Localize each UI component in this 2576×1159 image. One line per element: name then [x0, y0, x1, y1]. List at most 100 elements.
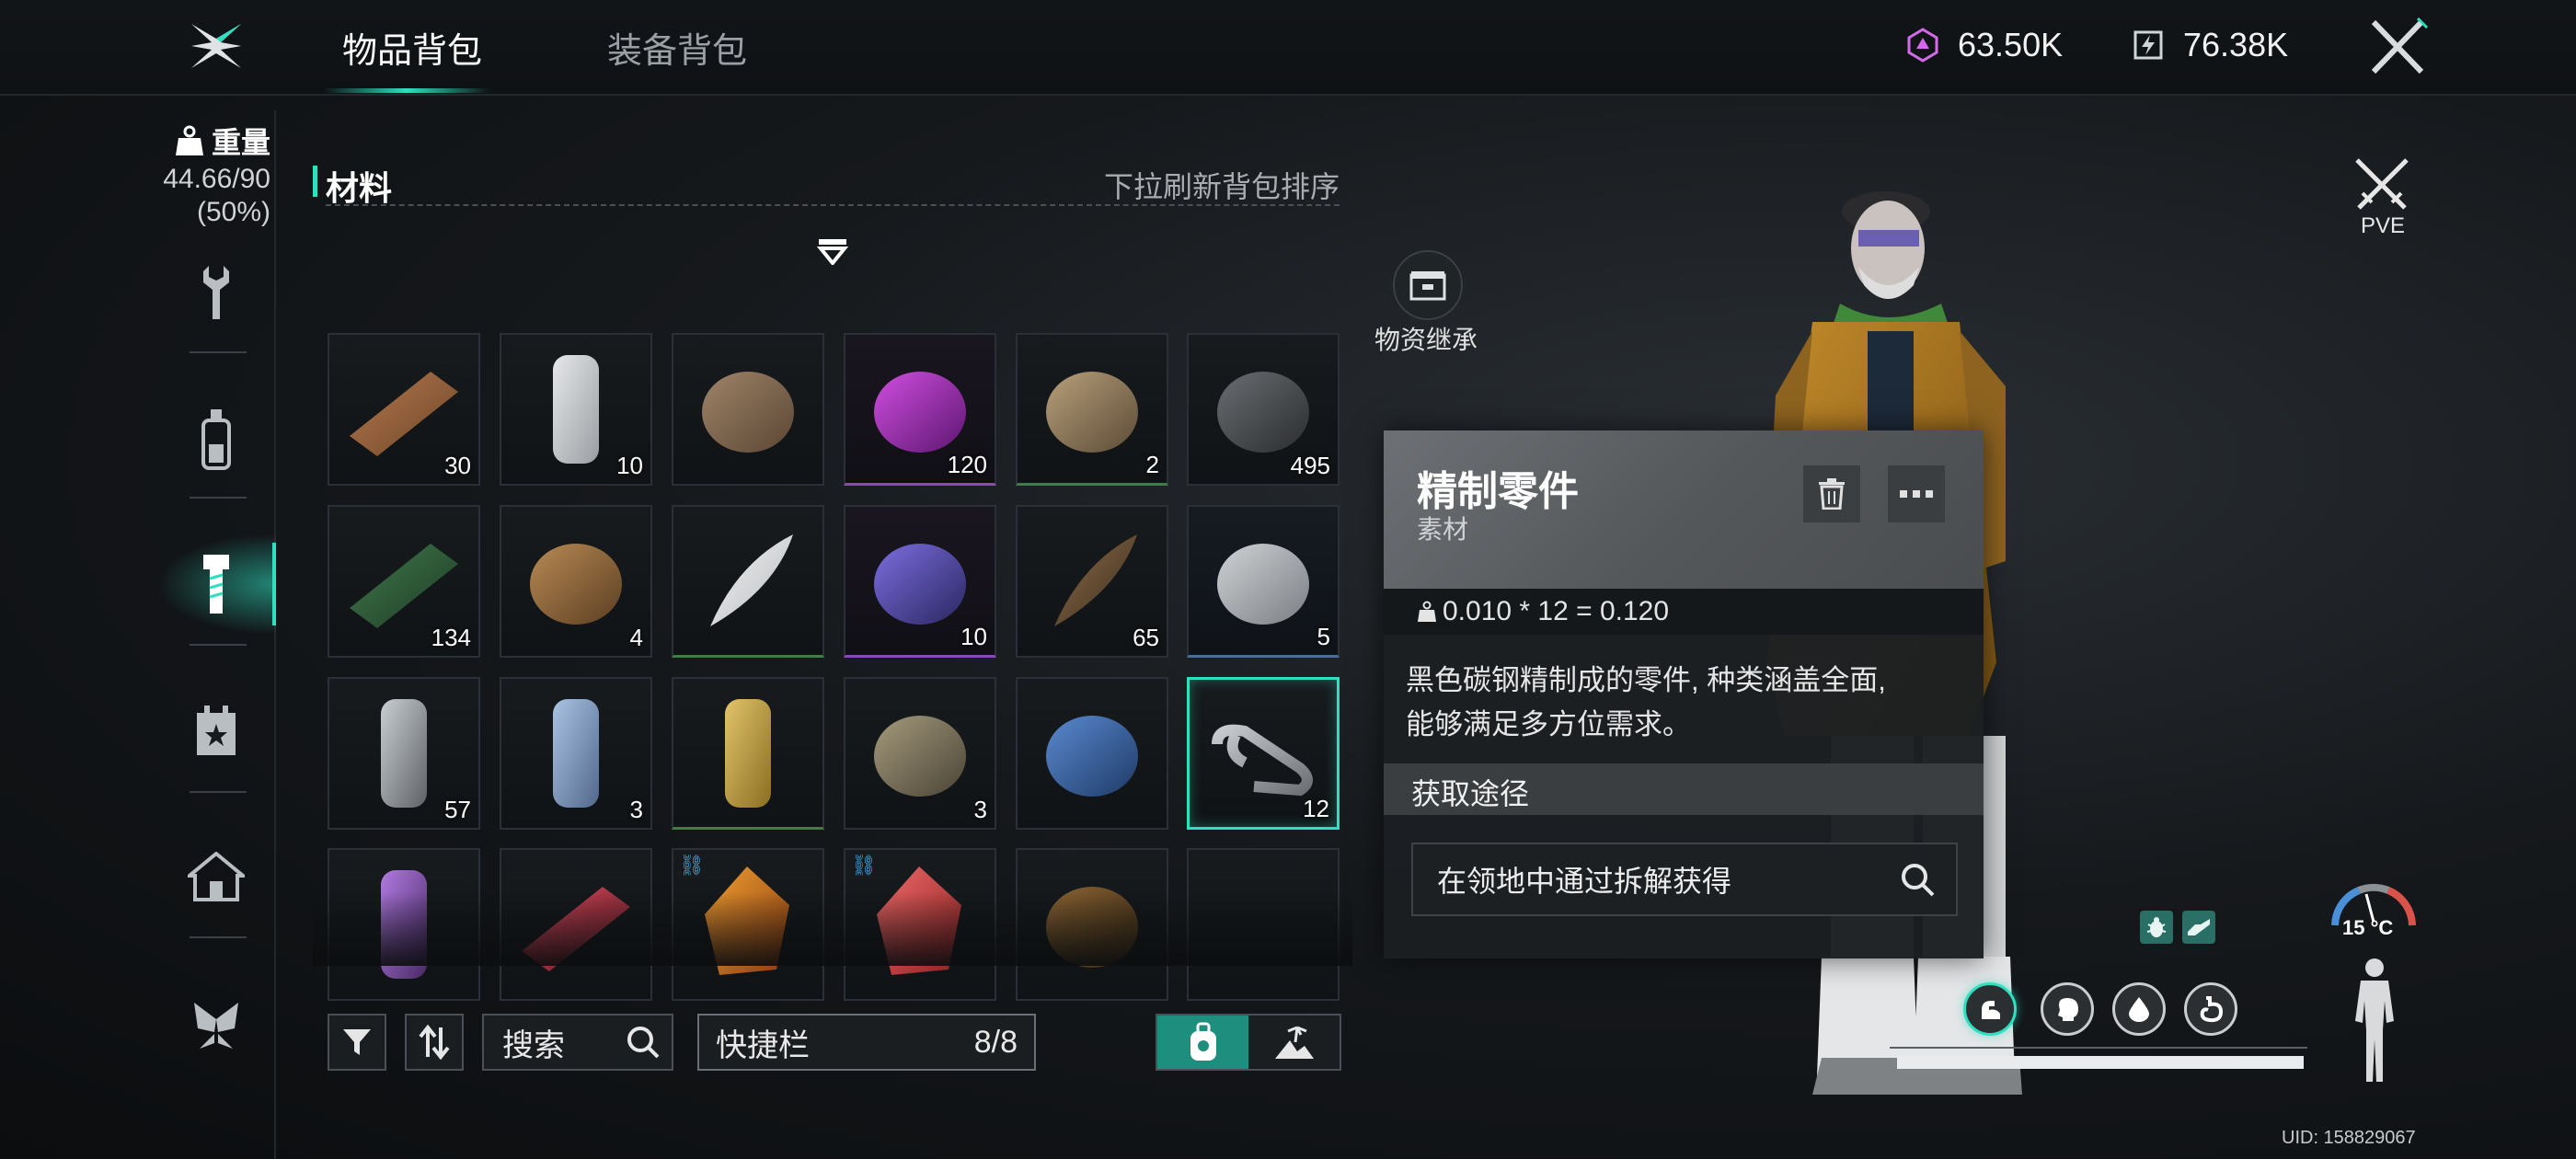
- inventory-slot[interactable]: 3: [844, 677, 996, 830]
- inventory-slot[interactable]: [1016, 677, 1168, 830]
- weight-formula: 0.010 * 12 = 0.120: [1443, 596, 1670, 626]
- category-tools[interactable]: [184, 261, 248, 326]
- supply-inherit-button[interactable]: [1393, 250, 1463, 320]
- slot-count: 2: [1145, 451, 1159, 478]
- crossed-swords-icon[interactable]: [2352, 155, 2412, 215]
- filter-button[interactable]: [328, 1014, 386, 1071]
- pull-refresh-icon: [817, 239, 848, 265]
- stat-hydration[interactable]: [2112, 982, 2166, 1036]
- buff-status-2: [2182, 911, 2215, 944]
- item-name: 精制零件: [1417, 469, 1579, 514]
- tab-item-bag[interactable]: 物品背包: [342, 22, 482, 73]
- sort-button[interactable]: [405, 1014, 464, 1071]
- slot-count: 5: [1317, 623, 1330, 650]
- crystal-currency-icon: [1907, 28, 1938, 63]
- energy-currency-value: 76.38K: [2183, 26, 2289, 63]
- inventory-slot[interactable]: 3: [500, 677, 652, 830]
- feather-icon: [710, 534, 793, 626]
- category-events[interactable]: [184, 699, 248, 763]
- hud-divider: [1890, 1047, 2307, 1049]
- search-label: 搜索: [502, 1027, 565, 1063]
- gold-cloth-roll-icon: [725, 699, 771, 808]
- weight-label: 重量: [212, 126, 271, 159]
- filter-icon: [343, 1029, 371, 1055]
- sort-icon: [419, 1024, 450, 1061]
- inventory-slot[interactable]: [672, 333, 824, 486]
- slot-count: 3: [973, 796, 987, 823]
- inventory-slot[interactable]: 12: [1187, 677, 1340, 830]
- trash-icon: [1819, 478, 1845, 510]
- weight-title: 重量: [175, 120, 270, 162]
- inventory-slot[interactable]: 65: [1016, 505, 1168, 658]
- blue-powder-icon: [1046, 716, 1138, 797]
- item-description-line1: 黑色碳钢精制成的零件, 种类涵盖全面,: [1406, 664, 1886, 696]
- weight-icon: [1418, 601, 1436, 622]
- blue-cloth-roll-icon: [553, 699, 599, 808]
- search-icon[interactable]: [626, 1025, 661, 1060]
- category-materials[interactable]: [184, 552, 248, 616]
- active-tab-indicator: [324, 88, 489, 93]
- mode-label: PVE: [2360, 213, 2406, 238]
- top-bar: 物品背包 装备背包 63.50K 76.38K: [0, 0, 2576, 96]
- bug-icon: [2146, 917, 2167, 937]
- item-tooltip: 精制零件 素材 0.010 * 12 = 0.120 黑色碳钢精制成的零件, 种…: [1384, 430, 1984, 958]
- delete-button[interactable]: [1803, 465, 1860, 522]
- tab-equipment-bag[interactable]: 装备背包: [607, 22, 747, 73]
- inventory-slot[interactable]: 10: [844, 505, 996, 658]
- flexed-arm-icon: [1982, 1001, 2000, 1019]
- inventory-slot[interactable]: 10: [500, 333, 652, 486]
- toggle-backpack[interactable]: [1157, 1016, 1248, 1069]
- slot-count: 120: [947, 451, 987, 478]
- obtain-title: 获取途径: [1411, 777, 1530, 810]
- more-options-button[interactable]: [1888, 465, 1945, 522]
- stat-sanity[interactable]: [2041, 982, 2094, 1036]
- search-icon: [1902, 864, 1935, 897]
- sidebar-separator: [190, 351, 247, 353]
- section-accent-bar: [313, 166, 317, 197]
- inventory-slot[interactable]: 120: [844, 333, 996, 486]
- close-icon[interactable]: [2364, 17, 2431, 77]
- inventory-slot[interactable]: 4: [500, 505, 652, 658]
- category-special[interactable]: [184, 993, 248, 1058]
- stone-pile-icon: [1217, 544, 1309, 625]
- sidebar-divider: [274, 110, 276, 1159]
- active-category-bar: [272, 543, 276, 625]
- inventory-slot[interactable]: 2: [1016, 333, 1168, 486]
- crystal-currency-value: 63.50K: [1958, 26, 2064, 63]
- head-icon: [2058, 998, 2078, 1021]
- stat-hunger[interactable]: [2184, 982, 2237, 1036]
- wrench-icon: [203, 266, 229, 319]
- inventory-slot[interactable]: [672, 505, 824, 658]
- slot-count: 495: [1290, 452, 1330, 479]
- temperature-value: 15 °C: [2342, 916, 2394, 939]
- inventory-slot[interactable]: 134: [328, 505, 480, 658]
- game-logo-icon[interactable]: [184, 18, 248, 74]
- inventory-slot[interactable]: 57: [328, 677, 480, 830]
- inventory-slot[interactable]: [672, 677, 824, 830]
- slot-count: 10: [616, 452, 643, 479]
- obtain-source-button[interactable]: 在领地中通过拆解获得: [1411, 843, 1958, 916]
- bottle-icon: [201, 409, 231, 470]
- category-home[interactable]: [184, 844, 248, 909]
- crate-icon: [1409, 271, 1446, 301]
- search-input[interactable]: 搜索: [482, 1014, 673, 1071]
- item-type: 素材: [1417, 515, 1469, 544]
- calendar-star-icon: [197, 706, 236, 755]
- inventory-slot[interactable]: 30: [328, 333, 480, 486]
- section-divider: [326, 204, 1340, 206]
- weight-percent: (50%): [196, 197, 270, 227]
- inventory-slot[interactable]: 5: [1187, 505, 1340, 658]
- slot-count: 65: [1133, 624, 1159, 651]
- energy-currency: 76.38K: [2130, 26, 2288, 64]
- quickbar-count: 8/8: [973, 1024, 1018, 1060]
- chemical-bottle-icon: [1046, 372, 1138, 453]
- bag-storage-toggle[interactable]: [1156, 1014, 1341, 1071]
- slot-count: 4: [629, 624, 643, 651]
- obtain-source-text: 在领地中通过拆解获得: [1437, 865, 1732, 898]
- quickbar-button[interactable]: 快捷栏 8/8: [697, 1014, 1036, 1071]
- stat-stamina[interactable]: [1963, 982, 2017, 1036]
- slot-count: 134: [431, 624, 471, 651]
- inventory-slot[interactable]: 495: [1187, 333, 1340, 486]
- category-consumables[interactable]: [184, 407, 248, 471]
- toggle-island-storage[interactable]: [1248, 1016, 1340, 1069]
